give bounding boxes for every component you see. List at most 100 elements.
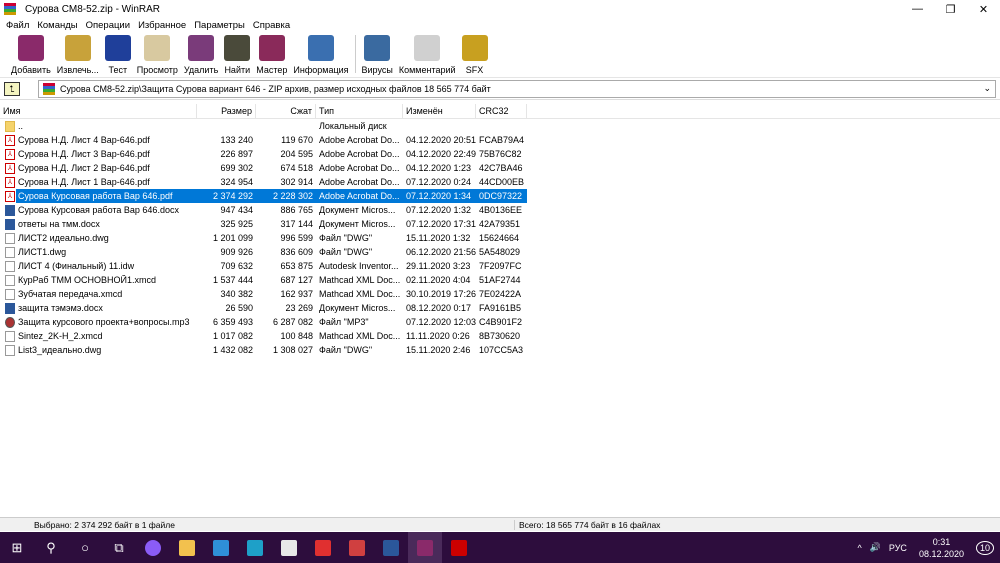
test-icon [104,35,131,61]
file-crc: 8B730620 [479,331,521,341]
file-modified: 04.12.2020 22:49 [406,149,476,159]
taskbar: ⊞ ⚲ ○ ⧉ ^ 🔊 РУС 0:31 08.12.2020 10 [0,532,1000,563]
toolbar-button-sfx[interactable]: SFX [459,35,491,77]
chevron-up-icon[interactable]: ^ [857,543,861,553]
maximize-button[interactable]: ❐ [934,0,967,18]
clock[interactable]: 0:31 08.12.2020 [919,536,964,560]
language-indicator[interactable]: РУС [889,543,907,553]
toolbar-button-virus-scan[interactable]: Вирусы [359,35,396,77]
file-file-icon [5,274,15,286]
chrome-icon [349,539,365,556]
file-name: Сурова Н.Д. Лист 1 Вар-646.pdf [18,177,150,187]
file-row[interactable]: ЛИСТ2 идеально.dwg 1 201 099 996 599 Файл "… [0,231,1000,245]
file-name: ЛИСТ2 идеально.dwg [18,233,109,243]
toolbar-button-add-archive[interactable]: Добавить [8,35,54,77]
volume-icon[interactable]: 🔊 [870,542,881,553]
file-row[interactable]: List3_идеально.dwg 1 432 082 1 308 027 Файл… [0,343,1000,357]
info-icon [307,35,334,61]
file-name: Sintez_2K-H_2.xmcd [18,331,103,341]
path-field[interactable]: Сурова СМ8-52.zip\Защита Сурова вариант … [38,79,996,98]
file-row[interactable]: .. Локальный диск [0,119,1000,133]
taskbar-search[interactable]: ⚲ [34,532,68,563]
toolbar-button-test[interactable]: Тест [102,35,134,77]
menu-item[interactable]: Справка [249,20,294,31]
column-header[interactable]: CRC32 [476,104,527,118]
column-header[interactable]: Изменён [403,104,476,118]
path-text: Сурова СМ8-52.zip\Защита Сурова вариант … [60,83,491,94]
menu-item[interactable]: Параметры [190,20,249,31]
file-packed: 836 609 [280,247,313,257]
file-row[interactable]: Сурова Курсовая работа Вар 646.docx 947 4… [0,203,1000,217]
toolbar-label: Удалить [183,65,219,75]
menu-item[interactable]: Операции [82,20,134,31]
close-button[interactable]: ✕ [967,0,1000,18]
folder-file-icon [5,120,15,132]
file-row[interactable]: защита тэмэмэ.docx 26 590 23 269 Документ M… [0,301,1000,315]
file-row[interactable]: ⅄ Сурова Н.Д. Лист 2 Вар-646.pdf 699 302 67… [0,161,1000,175]
toolbar-button-info[interactable]: Информация [290,35,351,77]
up-folder-button[interactable]: ⮤ [4,81,20,96]
taskbar-word[interactable] [374,532,408,563]
taskbar-mail[interactable] [204,532,238,563]
taskbar-alice[interactable] [136,532,170,563]
file-size: 324 954 [220,177,253,187]
file-row[interactable]: ⅄ Сурова Н.Д. Лист 3 Вар-646.pdf 226 897 20… [0,147,1000,161]
taskbar-cortana[interactable]: ○ [68,532,102,563]
toolbar-separator [354,35,356,73]
file-row[interactable]: ЛИСТ1.dwg 909 926 836 609 Файл "DWG" 06.12.2… [0,245,1000,259]
file-row[interactable]: Защита курсового проекта+вопросы.mp3 6 35… [0,315,1000,329]
taskbar-start[interactable]: ⊞ [0,532,34,563]
toolbar-label: Мастер [256,65,288,75]
chevron-down-icon[interactable]: ⌄ [983,83,991,94]
toolbar-button-delete[interactable]: Удалить [181,35,221,77]
notifications-badge[interactable]: 10 [975,540,994,555]
toolbar-label: SFX [465,65,484,75]
file-row[interactable]: Зубчатая передача.xmcd 340 382 162 937 Math… [0,287,1000,301]
minimize-button[interactable]: — [901,0,934,18]
file-file-icon [5,330,15,342]
column-header[interactable]: Тип [316,104,403,118]
taskbar-chrome[interactable] [340,532,374,563]
menu-item[interactable]: Избранное [134,20,190,31]
file-list: Имя Размер Сжат Тип Изменён CRC32 .. Локальный… [0,104,1000,517]
file-row[interactable]: Sintez_2K-H_2.xmcd 1 017 082 100 848 Mathca… [0,329,1000,343]
toolbar-button-view[interactable]: Просмотр [134,35,181,77]
file-row[interactable]: ⅄ Сурова Н.Д. Лист 4 Вар-646.pdf 133 240 11… [0,133,1000,147]
file-name: ЛИСТ 4 (Финальный) 11.idw [18,261,135,271]
file-size: 709 632 [220,261,253,271]
menu-item[interactable]: Файл [2,20,33,31]
doc-file-icon [5,302,15,314]
file-file-icon [5,260,15,272]
file-file-icon [5,232,15,244]
taskbar-edge[interactable] [238,532,272,563]
pdf-file-icon: ⅄ [5,134,15,146]
file-row[interactable]: ЛИСТ 4 (Финальный) 11.idw 709 632 653 875 A… [0,259,1000,273]
taskbar-task-view[interactable]: ⧉ [102,532,136,563]
file-crc: 4B0136EE [479,205,523,215]
taskbar-acrobat[interactable] [442,532,476,563]
column-header[interactable]: Имя [0,104,197,118]
file-row[interactable]: КурРаб ТММ ОСНОВНОЙ1.xmcd 1 537 444 687 12… [0,273,1000,287]
time: 0:31 [932,536,951,547]
taskbar-explorer[interactable] [170,532,204,563]
file-name-cell: .. [0,120,197,132]
toolbar-button-comment[interactable]: Комментарий [396,35,459,77]
file-name: Зубчатая передача.xmcd [18,289,123,299]
file-row[interactable]: ⅄ Сурова Курсовая работа Вар 646.pdf 2 374… [0,189,1000,203]
column-header[interactable]: Размер [197,104,256,118]
toolbar-button-find[interactable]: Найти [221,35,253,77]
file-type: Файл "MP3" [319,317,369,327]
column-header[interactable]: Сжат [256,104,316,118]
toolbar-button-extract[interactable]: Извлечь... [54,35,102,77]
taskbar-yandex-browser[interactable] [306,532,340,563]
file-row[interactable]: ⅄ Сурова Н.Д. Лист 1 Вар-646.pdf 324 954 30… [0,175,1000,189]
menu-item[interactable]: Команды [33,20,81,31]
file-size: 26 590 [225,303,253,313]
toolbar-button-wizard[interactable]: Мастер [253,35,290,77]
file-size: 1 537 444 [212,275,253,285]
file-type: Файл "DWG" [319,233,373,243]
file-row[interactable]: ответы на тмм.docx 325 925 317 144 Документ… [0,217,1000,231]
file-modified: 07.12.2020 12:03 [406,317,476,327]
taskbar-winrar[interactable] [408,532,442,563]
taskbar-store[interactable] [272,532,306,563]
